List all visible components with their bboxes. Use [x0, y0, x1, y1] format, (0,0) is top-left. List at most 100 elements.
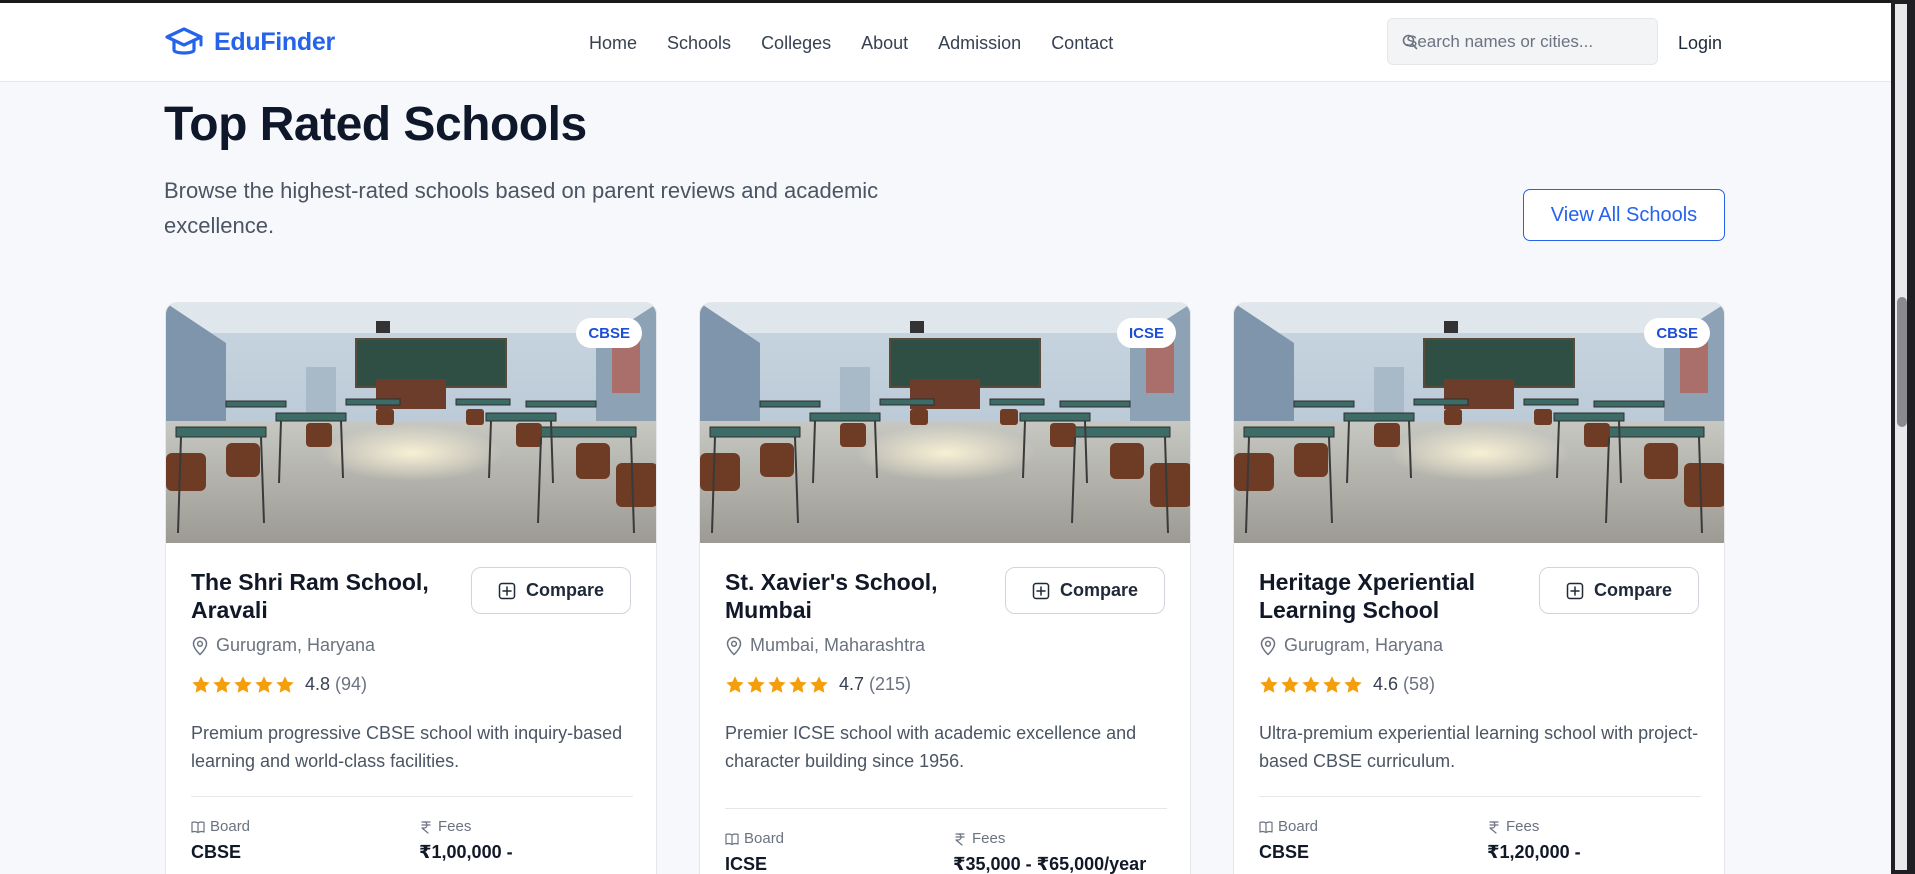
nav-schools[interactable]: Schools — [667, 33, 731, 54]
scrollbar-thumb[interactable] — [1897, 297, 1907, 427]
star-icon — [768, 675, 786, 693]
rupee-icon — [1489, 820, 1499, 834]
fees-value: ₹1,20,000 - — [1487, 842, 1581, 862]
school-rating: 4.6 (58) — [1259, 674, 1435, 695]
rating-value: 4.8 — [305, 674, 331, 694]
section-title: Top Rated Schools — [164, 98, 587, 151]
star-icon — [276, 675, 294, 693]
star-icon — [726, 675, 744, 693]
review-count: (94) — [335, 674, 368, 694]
main-nav: Home Schools Colleges About Admission Co… — [589, 33, 1143, 54]
star-icon — [1260, 675, 1278, 693]
school-location: Mumbai, Maharashtra — [725, 635, 925, 656]
review-count: (58) — [1403, 674, 1436, 694]
compare-button[interactable]: Compare — [471, 567, 631, 614]
plus-square-icon — [1032, 582, 1050, 599]
search-input[interactable] — [1388, 19, 1657, 64]
nav-home[interactable]: Home — [589, 33, 637, 54]
board-badge: ICSE — [1116, 318, 1176, 348]
school-description: Premium progressive CBSE school with inq… — [191, 723, 623, 771]
board-badge: CBSE — [1644, 318, 1710, 348]
board-label-text: Board — [744, 830, 785, 847]
star-icon — [810, 675, 828, 693]
fees-label-text: Fees — [1506, 818, 1540, 835]
vertical-scrollbar[interactable] — [1891, 0, 1915, 874]
star-rating — [191, 675, 295, 695]
fees-label-text: Fees — [438, 818, 472, 835]
search-box — [1387, 18, 1658, 65]
school-rating: 4.7 (215) — [725, 674, 911, 695]
nav-admission[interactable]: Admission — [938, 33, 1021, 54]
nav-contact[interactable]: Contact — [1051, 33, 1113, 54]
compare-button[interactable]: Compare — [1539, 567, 1699, 614]
book-icon — [725, 832, 739, 845]
school-rating: 4.8 (94) — [191, 674, 367, 695]
school-card-3[interactable]: CBSE Heritage Xperiential Learning Schoo… — [1233, 302, 1725, 874]
star-icon — [255, 675, 273, 693]
fees-value: ₹35,000 - ₹65,000/year — [953, 854, 1147, 874]
location-text: Mumbai, Maharashtra — [750, 635, 926, 655]
rupee-icon — [955, 832, 965, 846]
compare-button[interactable]: Compare — [1005, 567, 1165, 614]
fees-label-text: Fees — [972, 830, 1006, 847]
board-label-text: Board — [210, 818, 251, 835]
board-value: CBSE — [191, 842, 242, 862]
fees-label: Fees — [419, 818, 471, 835]
board-label-text: Board — [1278, 818, 1319, 835]
map-pin-icon — [726, 636, 742, 656]
book-icon — [1259, 820, 1273, 833]
school-location: Gurugram, Haryana — [1259, 635, 1443, 656]
brand-logo[interactable]: EduFinder — [164, 25, 335, 59]
board-value: CBSE — [1259, 842, 1310, 862]
board-label: Board — [725, 830, 784, 847]
brand-name: EduFinder — [214, 27, 335, 56]
star-icon — [213, 675, 231, 693]
board-label: Board — [191, 818, 250, 835]
card-divider — [191, 796, 633, 797]
school-name[interactable]: The Shri Ram School, Aravali — [191, 568, 451, 624]
star-icon — [1344, 675, 1362, 693]
board-label: Board — [1259, 818, 1318, 835]
review-count: (215) — [869, 674, 912, 694]
star-icon — [1323, 675, 1341, 693]
graduation-cap-icon — [165, 27, 203, 55]
board-value: ICSE — [725, 854, 768, 874]
star-rating — [725, 675, 829, 695]
login-link[interactable]: Login — [1678, 33, 1722, 54]
star-icon — [1302, 675, 1320, 693]
rupee-icon — [421, 820, 431, 834]
fees-value: ₹1,00,000 - — [419, 842, 513, 862]
nav-colleges[interactable]: Colleges — [761, 33, 831, 54]
nav-about[interactable]: About — [861, 33, 908, 54]
school-card-1[interactable]: CBSE The Shri Ram School, Aravali Compar… — [165, 302, 657, 874]
site-header: EduFinder Home Schools Colleges About Ad… — [0, 3, 1891, 82]
school-card-2[interactable]: ICSE St. Xavier's School, Mumbai Compare… — [699, 302, 1191, 874]
fees-label: Fees — [1487, 818, 1539, 835]
star-rating — [1259, 675, 1363, 695]
compare-label: Compare — [1593, 580, 1673, 600]
school-location: Gurugram, Haryana — [191, 635, 375, 656]
fees-label: Fees — [953, 830, 1005, 847]
star-icon — [789, 675, 807, 693]
book-icon — [191, 820, 205, 833]
board-badge: CBSE — [576, 318, 642, 348]
section-subtitle: Browse the highest-rated schools based o… — [164, 178, 879, 238]
card-divider — [1259, 796, 1701, 797]
plus-square-icon — [498, 582, 516, 599]
school-description: Premier ICSE school with academic excell… — [725, 723, 1137, 771]
scrollbar-track[interactable] — [1895, 4, 1907, 870]
map-pin-icon — [192, 636, 208, 656]
compare-label: Compare — [1059, 580, 1139, 600]
rating-value: 4.7 — [839, 674, 865, 694]
compare-label: Compare — [525, 580, 605, 600]
rating-value: 4.6 — [1373, 674, 1399, 694]
card-divider — [725, 808, 1167, 809]
search-icon — [1402, 34, 1418, 50]
star-icon — [747, 675, 765, 693]
view-all-schools-button[interactable]: View All Schools — [1523, 189, 1725, 241]
school-name[interactable]: Heritage Xperiential Learning School — [1259, 568, 1519, 624]
location-text: Gurugram, Haryana — [216, 635, 376, 655]
plus-square-icon — [1566, 582, 1584, 599]
star-icon — [234, 675, 252, 693]
school-name[interactable]: St. Xavier's School, Mumbai — [725, 568, 985, 624]
